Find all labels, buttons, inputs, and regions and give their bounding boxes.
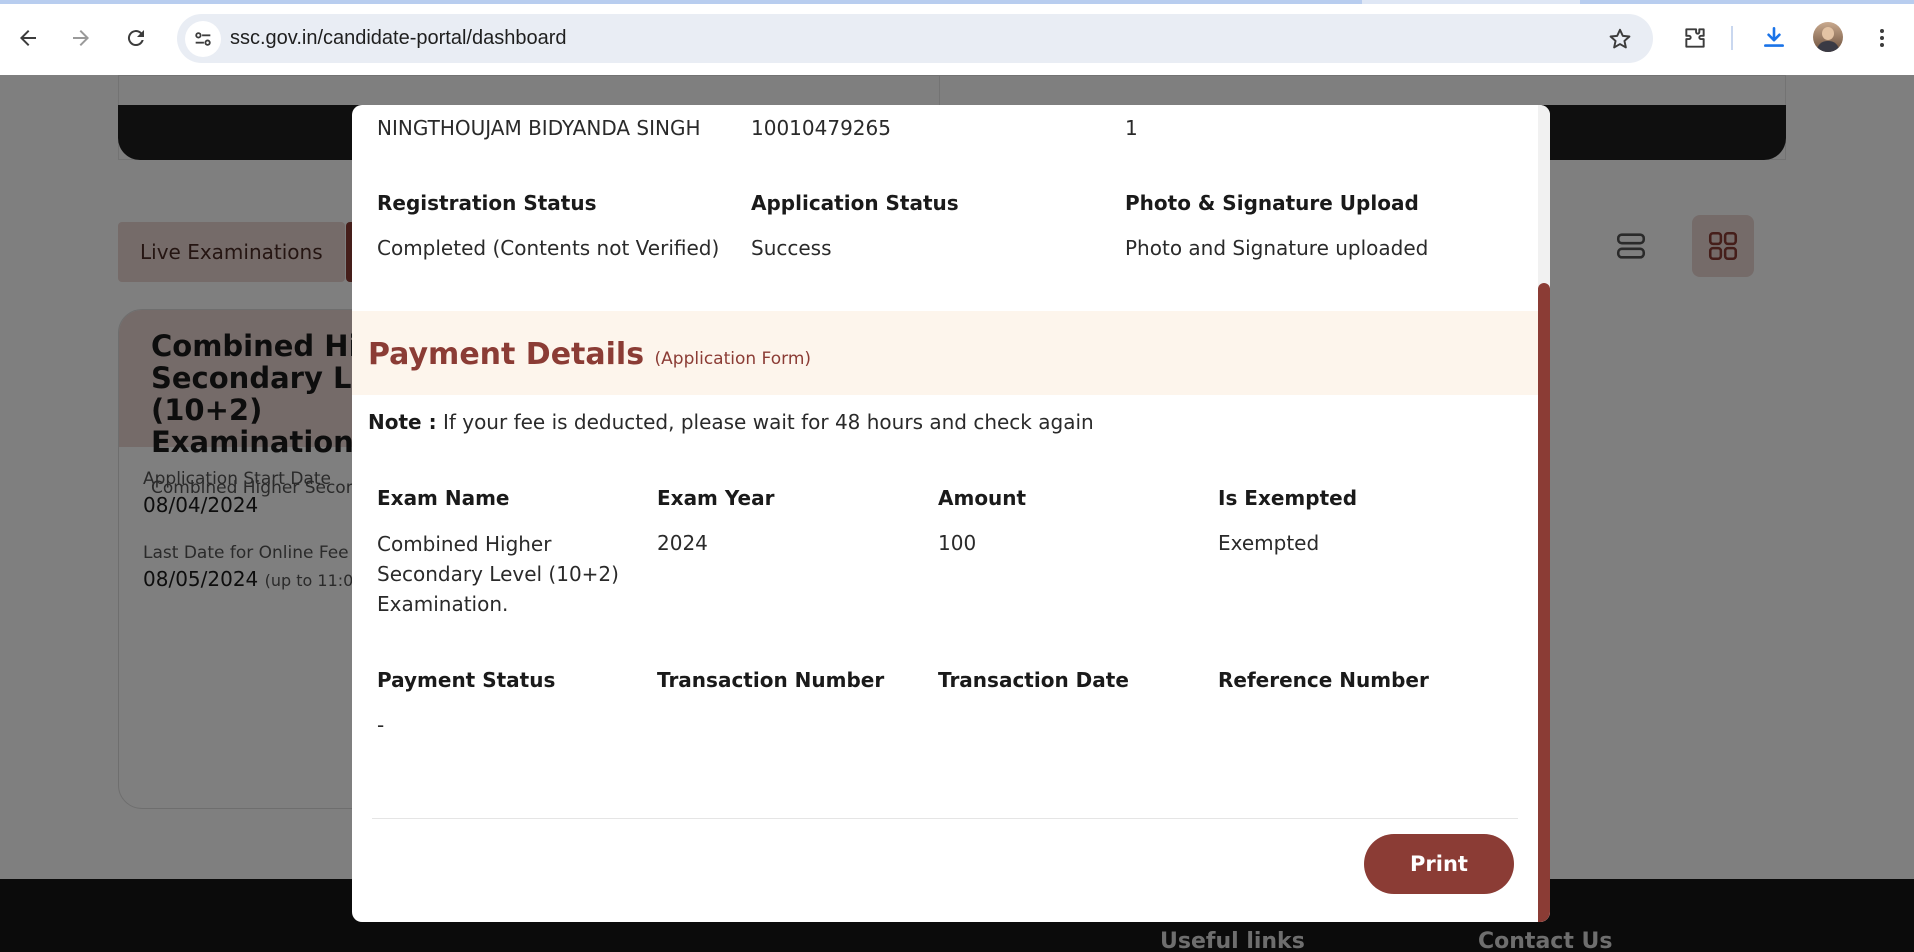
candidate-number: 10010479265 xyxy=(751,116,891,140)
bookmark-star-icon[interactable] xyxy=(1607,26,1633,52)
back-button[interactable] xyxy=(8,18,48,58)
modal-footer-divider xyxy=(372,818,1518,819)
fee-header-exam-year: Exam Year xyxy=(657,486,775,510)
active-tab-edge xyxy=(0,0,1362,4)
download-icon xyxy=(1764,26,1784,47)
fee-header-is-exempted: Is Exempted xyxy=(1218,486,1358,510)
downloads-button[interactable] xyxy=(1755,19,1793,57)
tab-strip xyxy=(0,0,1914,4)
txn-header-transaction-number: Transaction Number xyxy=(657,668,885,692)
note-text: If your fee is deducted, please wait for… xyxy=(442,410,1094,434)
inactive-tab-edge xyxy=(1580,0,1914,4)
extensions-button[interactable] xyxy=(1676,19,1714,57)
fee-value-exam-name: Combined Higher Secondary Level (10+2) E… xyxy=(377,532,619,616)
fee-header-exam-name: Exam Name xyxy=(377,486,510,510)
txn-header-transaction-date: Transaction Date xyxy=(938,668,1129,692)
payment-subtitle: (Application Form) xyxy=(654,349,812,369)
chrome-menu-button[interactable] xyxy=(1863,19,1901,57)
payment-details-title: Payment Details (Application Form) xyxy=(368,337,811,372)
fee-value-is-exempted: Exempted xyxy=(1218,531,1320,555)
fee-header-amount: Amount xyxy=(938,486,1027,510)
txn-value-payment-status: - xyxy=(377,713,385,737)
photo-signature-header: Photo & Signature Upload xyxy=(1125,191,1419,215)
reload-icon xyxy=(127,30,144,47)
payment-details-band: Payment Details (Application Form) xyxy=(352,311,1538,395)
profile-avatar[interactable] xyxy=(1813,22,1843,52)
payment-note: Note : If your fee is deducted, please w… xyxy=(368,410,1094,434)
payment-title-text: Payment Details xyxy=(368,337,645,372)
print-button[interactable]: Print xyxy=(1364,834,1514,894)
forward-button[interactable] xyxy=(61,18,101,58)
application-details-modal: NINGTHOUJAM BIDYANDA SINGH 10010479265 1… xyxy=(352,105,1550,922)
fee-value-amount: 100 xyxy=(938,531,977,555)
photo-signature-value: Photo and Signature uploaded xyxy=(1125,236,1429,260)
note-label: Note : xyxy=(368,410,437,434)
application-status-value: Success xyxy=(751,236,832,260)
forward-icon xyxy=(73,30,89,46)
site-info-button[interactable] xyxy=(185,21,221,57)
address-bar[interactable]: ssc.gov.in/candidate-portal/dashboard xyxy=(177,14,1653,63)
reload-button[interactable] xyxy=(116,18,156,58)
url-text[interactable]: ssc.gov.in/candidate-portal/dashboard xyxy=(230,27,567,50)
candidate-name: NINGTHOUJAM BIDYANDA SINGH xyxy=(377,116,701,140)
back-icon xyxy=(20,30,36,46)
modal-scrollbar-thumb[interactable] xyxy=(1538,283,1550,922)
registration-status-value: Completed (Contents not Verified) xyxy=(377,236,720,260)
application-status-header: Application Status xyxy=(751,191,959,215)
fee-value-exam-year: 2024 xyxy=(657,531,708,555)
txn-header-payment-status: Payment Status xyxy=(377,668,556,692)
extensions-icon xyxy=(1685,28,1705,48)
toolbar-divider xyxy=(1731,26,1733,50)
registration-status-header: Registration Status xyxy=(377,191,597,215)
browser-toolbar: ssc.gov.in/candidate-portal/dashboard xyxy=(0,0,1914,75)
txn-header-reference-number: Reference Number xyxy=(1218,668,1429,692)
candidate-third-value: 1 xyxy=(1125,116,1138,140)
kebab-menu-icon xyxy=(1880,29,1884,47)
site-info-icon xyxy=(195,32,211,46)
